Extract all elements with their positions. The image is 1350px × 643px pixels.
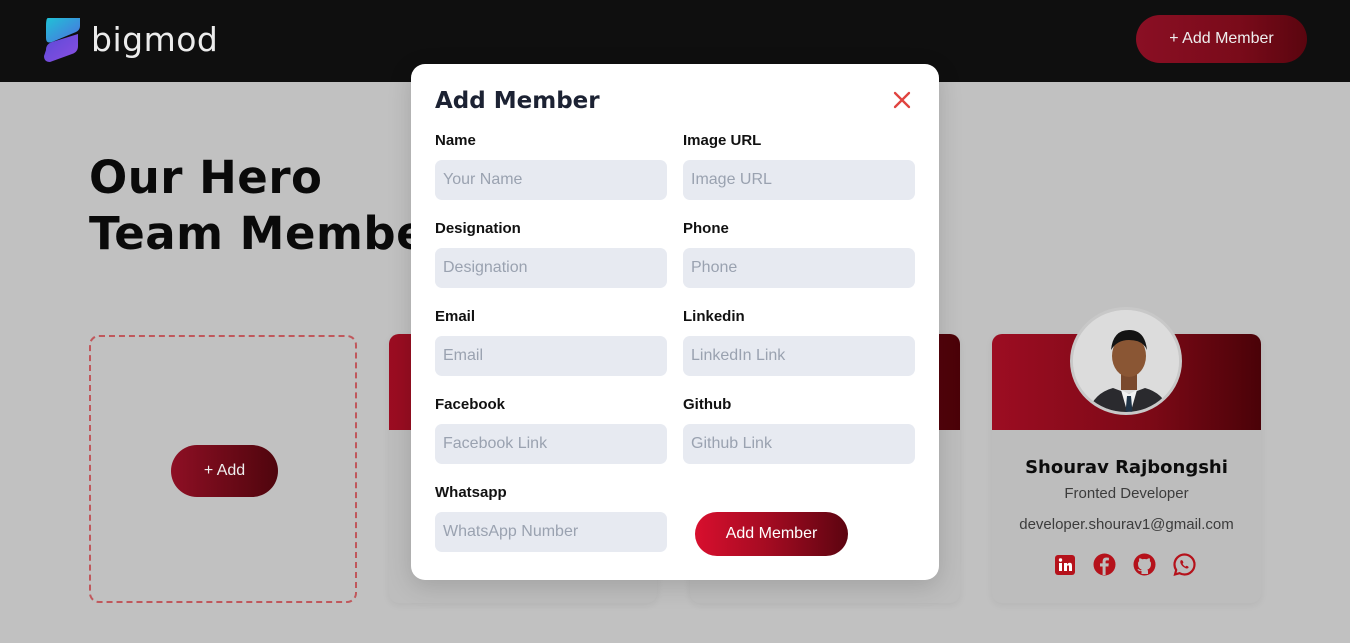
brand[interactable]: bigmod (42, 16, 218, 62)
nav-add-member-button[interactable]: + Add Member (1136, 15, 1307, 63)
name-input[interactable] (435, 160, 667, 200)
submit-add-member-button[interactable]: Add Member (695, 512, 848, 556)
facebook-label: Facebook (435, 396, 506, 413)
name-label: Name (435, 132, 476, 149)
designation-label: Designation (435, 220, 521, 237)
member-role: Fronted Developer (1064, 485, 1189, 502)
whatsapp-input[interactable] (435, 512, 667, 552)
social-links (1053, 553, 1196, 576)
bigmod-logo-icon (44, 18, 80, 62)
brand-name: bigmod (91, 19, 219, 59)
add-member-modal: Add Member Name Image URL Designation Ph… (411, 64, 939, 580)
github-icon[interactable] (1133, 553, 1156, 576)
github-input[interactable] (683, 424, 915, 464)
member-card-shourav: Shourav Rajbongshi Fronted Developer dev… (992, 307, 1261, 603)
member-name: Shourav Rajbongshi (1025, 457, 1228, 478)
email-label: Email (435, 308, 476, 325)
modal-title: Add Member (435, 88, 600, 114)
image-url-input[interactable] (683, 160, 915, 200)
linkedin-label: Linkedin (683, 308, 745, 325)
whatsapp-icon[interactable] (1173, 553, 1196, 576)
add-member-card: + Add (89, 335, 357, 603)
phone-input[interactable] (683, 248, 915, 288)
whatsapp-label: Whatsapp (435, 484, 507, 501)
phone-label: Phone (683, 220, 729, 237)
facebook-input[interactable] (435, 424, 667, 464)
add-card-button[interactable]: + Add (171, 445, 278, 497)
linkedin-input[interactable] (683, 336, 915, 376)
image-url-label: Image URL (683, 132, 762, 149)
github-label: Github (683, 396, 732, 413)
email-input[interactable] (435, 336, 667, 376)
facebook-icon[interactable] (1093, 553, 1116, 576)
avatar (1070, 307, 1182, 415)
designation-input[interactable] (435, 248, 667, 288)
close-icon[interactable] (891, 89, 913, 111)
member-email: developer.shourav1@gmail.com (1019, 516, 1234, 533)
linkedin-icon[interactable] (1053, 553, 1076, 576)
